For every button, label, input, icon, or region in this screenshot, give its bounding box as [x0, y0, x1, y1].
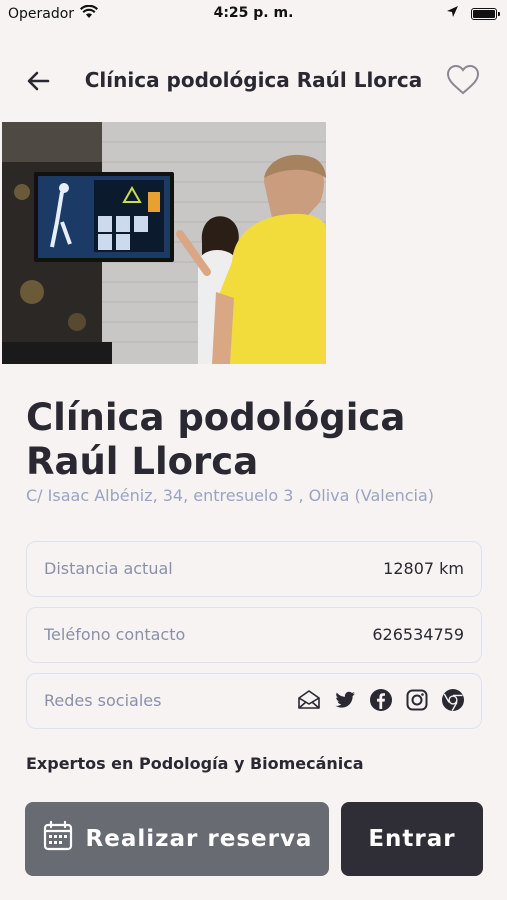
clinic-address: C/ Isaac Albéniz, 34, entresuelo 3 , Oli… — [26, 486, 434, 505]
status-time: 4:25 p. m. — [213, 5, 294, 21]
phone-card[interactable]: Teléfono contacto 626534759 — [26, 607, 482, 663]
phone-value[interactable]: 626534759 — [372, 625, 464, 644]
phone-label: Teléfono contacto — [44, 625, 186, 644]
reserve-button[interactable]: Realizar reserva — [25, 802, 329, 876]
distance-label: Distancia actual — [44, 559, 173, 578]
status-right — [446, 5, 500, 22]
reserve-button-label: Realizar reserva — [85, 826, 313, 852]
status-bar: Operador 4:25 p. m. — [0, 0, 507, 28]
social-card: Redes sociales — [26, 673, 482, 729]
nav-bar: Clínica podológica Raúl Llorca — [0, 56, 507, 104]
distance-value: 12807 km — [383, 559, 464, 578]
enter-button[interactable]: Entrar — [341, 802, 483, 876]
chrome-icon[interactable] — [441, 688, 465, 712]
clinic-name: Clínica podológica Raúl Llorca — [26, 396, 406, 483]
heart-icon[interactable] — [445, 62, 481, 98]
instagram-icon[interactable] — [405, 688, 429, 712]
clinic-tagline: Expertos en Podología y Biomecánica — [26, 754, 364, 773]
page-title: Clínica podológica Raúl Llorca — [84, 68, 423, 92]
battery-icon — [471, 7, 500, 20]
twitter-icon[interactable] — [333, 688, 357, 712]
mail-icon[interactable] — [297, 688, 321, 712]
location-arrow-icon — [446, 5, 459, 22]
clinic-photo — [2, 122, 326, 364]
social-icons — [297, 688, 465, 712]
social-label: Redes sociales — [44, 691, 162, 710]
facebook-icon[interactable] — [369, 688, 393, 712]
distance-card: Distancia actual 12807 km — [26, 541, 482, 597]
enter-button-label: Entrar — [368, 826, 456, 852]
calendar-icon — [42, 820, 74, 858]
